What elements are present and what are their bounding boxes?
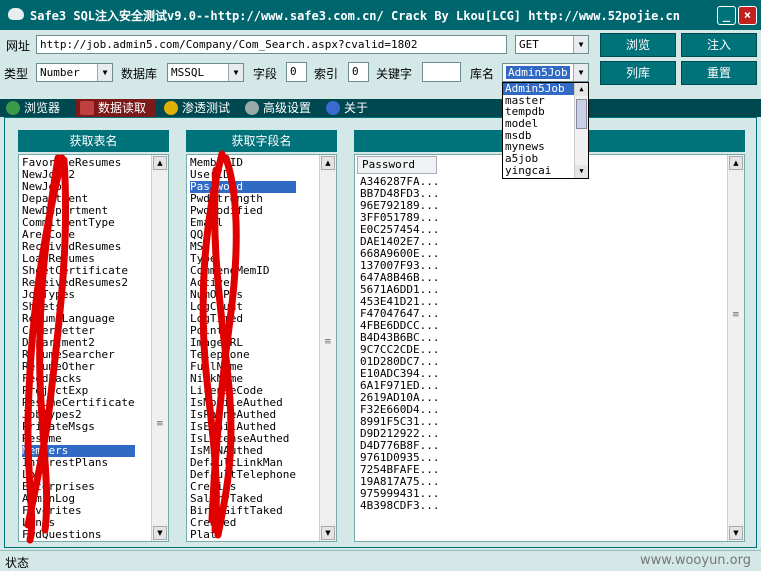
type-label: 类型 [4, 67, 29, 81]
scroll-down-icon[interactable]: ▼ [575, 165, 588, 178]
list-db-button[interactable]: 列库 [600, 61, 676, 85]
tab-advanced[interactable]: 高级设置 [241, 99, 321, 117]
table-list-item[interactable]: FwdQuestions [22, 529, 135, 541]
scroll-down-icon[interactable]: ▼ [153, 526, 167, 540]
field-list-item[interactable]: Email [190, 217, 296, 229]
tables-header: 获取表名 [18, 130, 169, 152]
status-label: 状态 [5, 556, 30, 570]
dbname-select[interactable]: Admin5Job ▼ [502, 63, 589, 82]
scroll-up-icon[interactable]: ▲ [321, 156, 335, 170]
fields-listbox[interactable]: MemberID UserID Password PwdStrength PwdModi… [186, 154, 337, 542]
chevron-down-icon[interactable]: ▼ [573, 36, 588, 53]
reset-button[interactable]: 重置 [681, 61, 757, 85]
radiation-icon [164, 101, 178, 115]
tab-pentest[interactable]: 渗透测试 [160, 99, 240, 117]
field-input[interactable]: 0 [286, 62, 307, 82]
fields-header: 获取字段名 [186, 130, 337, 152]
title-bar: Safe3 SQL注入安全测试v9.0--http://www.safe3.co… [0, 0, 761, 30]
tables-list: FavoriteResumes NewJobs2 NewJobs Department… [22, 157, 135, 541]
scroll-up-icon[interactable]: ▲ [153, 156, 167, 170]
window-title: Safe3 SQL注入安全测试v9.0--http://www.safe3.co… [30, 9, 680, 23]
minimize-button[interactable]: _ [717, 6, 736, 25]
data-grid[interactable]: Password A346287FA... BB7D48FD3... 96E7921… [354, 154, 745, 542]
keyword-label: 关键字 [376, 67, 413, 81]
dbname-value: Admin5Job [506, 66, 570, 79]
method-select[interactable]: GET ▼ [515, 35, 589, 54]
scroll-down-icon[interactable]: ▼ [729, 526, 743, 540]
column-header-label: Password [362, 158, 415, 171]
url-input[interactable]: http://job.admin5.com/Company/Com_Search… [36, 35, 507, 54]
dbname-label: 库名 [470, 67, 495, 81]
scroll-up-icon[interactable]: ▲ [729, 156, 743, 170]
dbname-dropdown-list[interactable]: ▲ ▼ Admin5Job master tempdb model msdb mynews… [502, 82, 589, 179]
tab-label: 数据读取 [98, 101, 147, 115]
tab-browser[interactable]: 浏览器 [2, 99, 72, 117]
info-icon [326, 101, 340, 115]
status-bar: 状态 www.wooyun.org [0, 550, 761, 571]
url-label: 网址 [6, 39, 31, 53]
dbname-option[interactable]: yingcai [503, 165, 575, 177]
close-button[interactable]: × [738, 6, 757, 25]
tables-listbox[interactable]: FavoriteResumes NewJobs2 NewJobs Department… [18, 154, 169, 542]
browse-button[interactable]: 浏览 [600, 33, 676, 57]
database-label: 数据库 [121, 67, 158, 81]
password-cell[interactable]: 4B398CDF3... [360, 500, 439, 512]
database-select[interactable]: MSSQL ▼ [167, 63, 244, 82]
password-list: A346287FA... BB7D48FD3... 96E792189... 3FF0… [360, 176, 439, 512]
type-value: Number [40, 66, 80, 79]
chevron-down-icon[interactable]: ▼ [228, 64, 243, 81]
tables-scrollbar[interactable]: ▲ ≡ ▼ [151, 155, 168, 541]
column-header-password[interactable]: Password [357, 156, 437, 174]
scroll-grip-icon[interactable]: ≡ [732, 310, 740, 320]
database-icon [80, 101, 94, 115]
tab-about[interactable]: 关于 [322, 99, 372, 117]
app-cloud-icon [8, 8, 24, 20]
tab-label: 渗透测试 [182, 101, 231, 115]
tab-label: 浏览器 [24, 101, 61, 115]
data-scrollbar[interactable]: ▲ ≡ ▼ [727, 155, 744, 541]
scroll-down-icon[interactable]: ▼ [321, 526, 335, 540]
inject-button[interactable]: 注入 [681, 33, 757, 57]
type-select[interactable]: Number ▼ [36, 63, 113, 82]
tab-data-read[interactable]: 数据读取 [76, 99, 156, 117]
chevron-down-icon[interactable]: ▼ [97, 64, 112, 81]
index-label: 索引 [314, 67, 339, 81]
globe-icon [6, 101, 20, 115]
tab-label: 高级设置 [263, 101, 312, 115]
dropdown-scrollbar[interactable]: ▲ ▼ [574, 83, 588, 178]
chevron-down-icon[interactable]: ▼ [573, 64, 588, 81]
tab-label: 关于 [344, 101, 369, 115]
index-input[interactable]: 0 [348, 62, 369, 82]
dbname-option[interactable]: model [503, 118, 575, 130]
method-value: GET [519, 38, 539, 51]
scroll-grip-icon[interactable]: ≡ [324, 337, 332, 347]
fields-scrollbar[interactable]: ▲ ≡ ▼ [319, 155, 336, 541]
field-list-item[interactable]: Plat [190, 529, 296, 541]
scroll-grip-icon[interactable]: ≡ [156, 419, 164, 429]
scroll-thumb[interactable] [576, 99, 587, 129]
watermark: www.wooyun.org [640, 553, 752, 568]
scroll-up-icon[interactable]: ▲ [575, 83, 588, 96]
database-value: MSSQL [171, 66, 205, 79]
tab-bar: 浏览器 数据读取 渗透测试 高级设置 关于 [0, 99, 761, 117]
tools-icon [245, 101, 259, 115]
field-label: 字段 [253, 67, 278, 81]
keyword-input[interactable] [422, 62, 461, 82]
fields-list: MemberID UserID Password PwdStrength PwdModi… [190, 157, 296, 541]
dbname-option[interactable]: Admin5Job [503, 83, 575, 95]
